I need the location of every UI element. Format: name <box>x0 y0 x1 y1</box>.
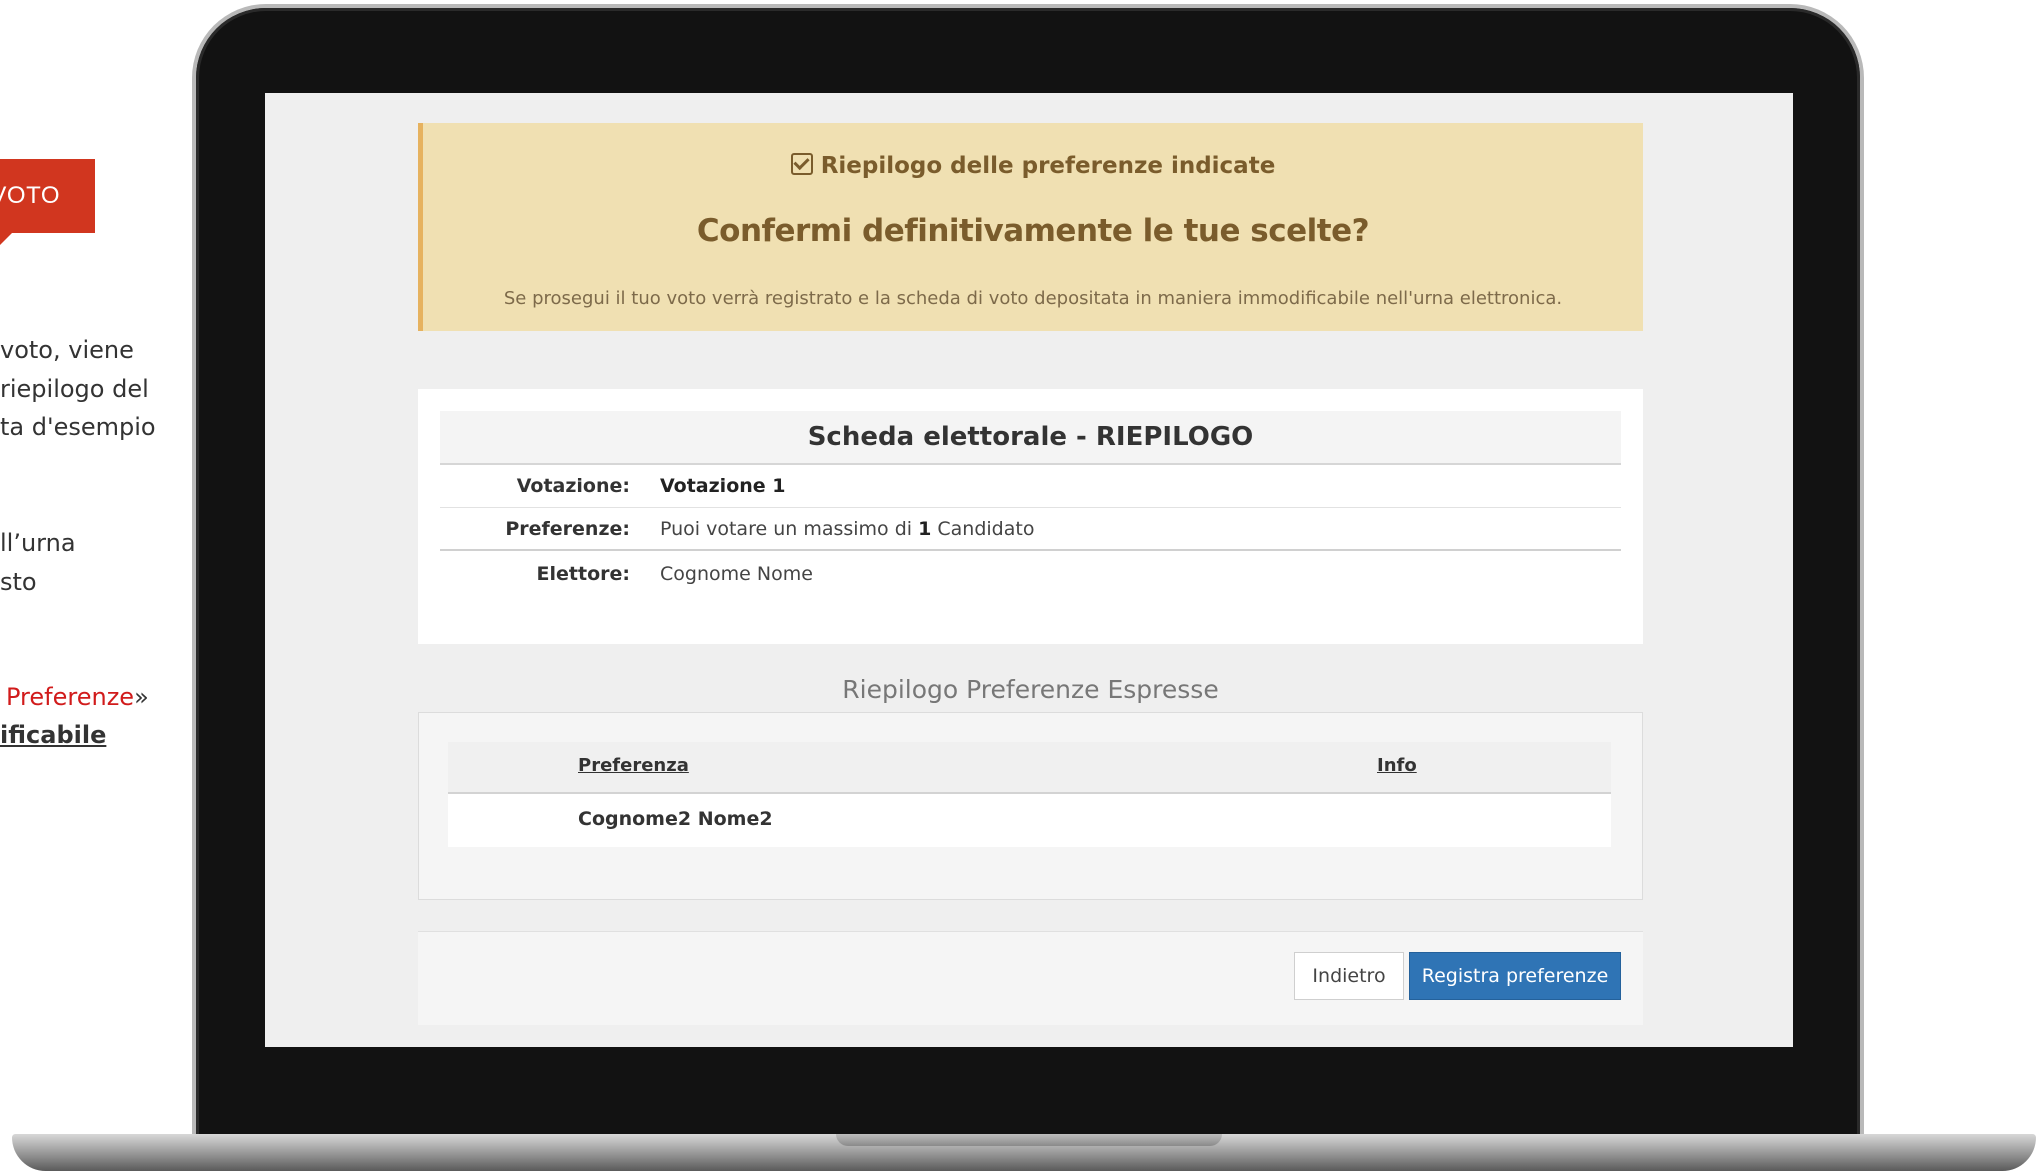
confirm-alert: Riepilogo delle preferenze indicate Conf… <box>418 123 1643 331</box>
side-text-line-preferenze: Preferenze» <box>6 678 149 716</box>
ballot-row-elettore: Elettore: Cognome Nome <box>440 552 1621 595</box>
side-text-line: riepilogo del <box>0 375 149 403</box>
back-button[interactable]: Indietro <box>1294 952 1404 1000</box>
ballot-row-votazione: Votazione: Votazione 1 <box>440 465 1621 508</box>
laptop-notch <box>836 1134 1222 1146</box>
side-text-red: Preferenze <box>6 683 135 711</box>
row-value: Puoi votare un massimo di 1 Candidato <box>660 517 1035 540</box>
side-badge-label: VOTO <box>0 182 60 209</box>
preferences-table: Preferenza Info Cognome2 Nome2 <box>418 712 1643 900</box>
row-value: Cognome Nome <box>660 562 813 585</box>
side-badge: VOTO <box>0 159 95 233</box>
side-text-line-bold: ificabile <box>0 721 107 749</box>
alert-heading: Riepilogo delle preferenze indicate <box>423 153 1643 179</box>
preference-name: Cognome2 Nome2 <box>578 808 773 830</box>
row-value: Votazione 1 <box>660 475 786 497</box>
row-label: Votazione: <box>516 475 630 497</box>
side-text-line: ll’urna <box>0 529 76 557</box>
alert-heading-text: Riepilogo delle preferenze indicate <box>820 153 1276 179</box>
alert-text: Se prosegui il tuo voto verrà registrato… <box>503 288 1563 309</box>
preferences-table-header: Preferenza Info <box>448 742 1611 794</box>
side-text-line: voto, viene <box>0 336 134 364</box>
ballot-title: Scheda elettorale - RIEPILOGO <box>440 411 1621 465</box>
side-badge-tail <box>0 233 12 245</box>
side-text-line: sto <box>0 568 37 596</box>
laptop-screen: Riepilogo delle preferenze indicate Conf… <box>265 93 1793 1047</box>
table-row: Cognome2 Nome2 <box>448 794 1611 847</box>
ballot-summary-card: Scheda elettorale - RIEPILOGO Votazione:… <box>418 389 1643 644</box>
preferences-section-title: Riepilogo Preferenze Espresse <box>842 675 1219 704</box>
row-label: Preferenze: <box>505 517 630 540</box>
checkbox-check-icon <box>790 153 813 175</box>
column-header-preferenza[interactable]: Preferenza <box>578 755 689 776</box>
column-header-info[interactable]: Info <box>1377 755 1417 776</box>
side-text-quote: » <box>134 683 149 711</box>
side-text-line: ta d'esempio <box>0 413 156 441</box>
form-footer: Indietro Registra preferenze <box>418 931 1643 1025</box>
row-label: Elettore: <box>536 562 630 585</box>
alert-title: Confermi definitivamente le tue scelte? <box>696 213 1370 249</box>
register-preferences-button[interactable]: Registra preferenze <box>1409 952 1621 1000</box>
ballot-row-preferenze: Preferenze: Puoi votare un massimo di 1 … <box>440 508 1621 551</box>
